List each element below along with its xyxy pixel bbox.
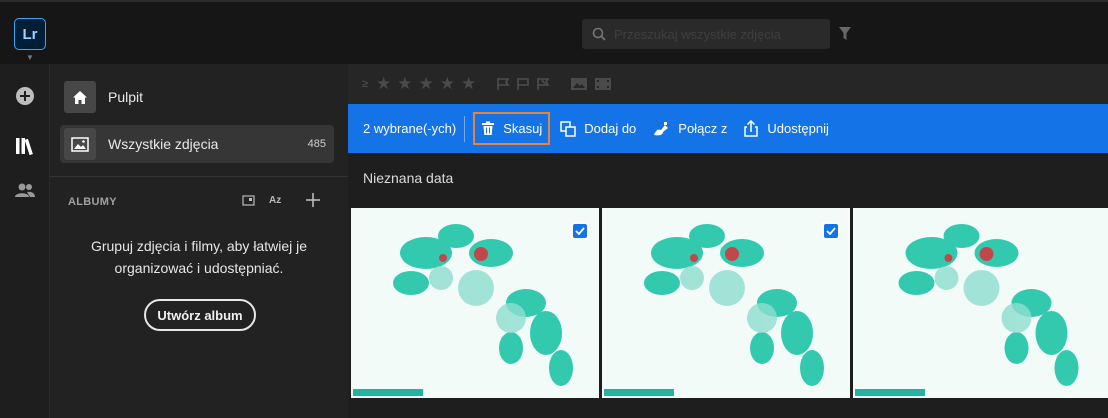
merge-icon bbox=[654, 121, 669, 135]
main-content: ≥ ★ ★ ★ ★ ★ 2 wybrane(-ych) Skasuj Dodaj… bbox=[348, 64, 1108, 418]
create-album-button[interactable]: Utwórz album bbox=[144, 299, 256, 331]
add-photos-icon[interactable] bbox=[0, 86, 50, 106]
albums-header: ALBUMY bbox=[68, 196, 117, 208]
share-button[interactable]: Udostępnij bbox=[737, 112, 834, 145]
delete-label: Skasuj bbox=[503, 121, 543, 136]
sidebar-item-label: Pulpit bbox=[108, 89, 144, 105]
video-type-icon[interactable] bbox=[594, 77, 612, 91]
home-icon bbox=[64, 81, 96, 113]
albums-toolbar: Az bbox=[242, 192, 321, 208]
chevron-down-icon[interactable]: ▼ bbox=[26, 53, 34, 62]
flag-unflagged-icon[interactable] bbox=[516, 77, 530, 91]
selection-count: 2 wybrane(-ych) bbox=[363, 121, 457, 136]
photo-watermark bbox=[604, 389, 674, 396]
sort-az-icon[interactable]: Az bbox=[269, 195, 281, 206]
photo-watermark bbox=[353, 389, 423, 396]
library-icon[interactable] bbox=[0, 128, 50, 164]
divider bbox=[50, 176, 348, 177]
star-icon[interactable]: ★ bbox=[440, 74, 455, 94]
star-icon[interactable]: ★ bbox=[419, 74, 434, 94]
photo-count: 485 bbox=[307, 138, 326, 150]
top-bar: Lr ▼ bbox=[0, 0, 1108, 64]
share-icon bbox=[744, 120, 759, 137]
delete-button[interactable]: Skasuj bbox=[473, 112, 551, 145]
checkmark-icon bbox=[575, 227, 585, 235]
selection-checkbox[interactable] bbox=[822, 222, 840, 240]
photo-thumbnail[interactable] bbox=[351, 208, 599, 398]
new-folder-icon[interactable] bbox=[242, 194, 255, 206]
photo-thumbnail[interactable] bbox=[602, 208, 850, 398]
flower-artwork bbox=[393, 224, 573, 386]
sidebar-item-label: Wszystkie zdjęcia bbox=[108, 136, 219, 152]
selection-action-bar: 2 wybrane(-ych) Skasuj Dodaj do Połącz z… bbox=[348, 104, 1108, 153]
photos-icon bbox=[64, 128, 96, 160]
lightroom-window: Lr ▼ Pulpit Wszystkie z bbox=[0, 0, 1108, 418]
trash-icon bbox=[482, 121, 495, 135]
merge-button[interactable]: Połącz z bbox=[646, 112, 733, 145]
people-icon[interactable] bbox=[0, 182, 50, 198]
divider bbox=[464, 115, 466, 142]
filter-bar: ≥ ★ ★ ★ ★ ★ bbox=[348, 64, 1108, 104]
search-box[interactable] bbox=[582, 19, 830, 49]
search-input[interactable] bbox=[614, 26, 814, 42]
flower-artwork bbox=[898, 224, 1079, 386]
empty-albums-message: Grupuj zdjęcia i filmy, aby łatwiej je o… bbox=[90, 238, 308, 276]
search-icon bbox=[592, 27, 606, 41]
star-icon[interactable]: ★ bbox=[461, 74, 476, 94]
date-group-header: Nieznana data bbox=[363, 170, 454, 186]
photo-type-icon[interactable] bbox=[570, 77, 588, 91]
sidebar-item-all-photos[interactable]: Wszystkie zdjęcia 485 bbox=[60, 125, 334, 163]
add-to-label: Dodaj do bbox=[584, 121, 637, 136]
add-to-button[interactable]: Dodaj do bbox=[554, 112, 642, 145]
add-to-album-icon bbox=[560, 120, 576, 137]
share-label: Udostępnij bbox=[767, 121, 829, 136]
add-album-icon[interactable] bbox=[305, 192, 321, 208]
checkmark-icon bbox=[826, 227, 836, 235]
flag-reject-icon[interactable] bbox=[536, 77, 550, 91]
flag-pick-icon[interactable] bbox=[496, 77, 510, 91]
merge-label: Połącz z bbox=[678, 121, 728, 136]
selection-checkbox[interactable] bbox=[571, 222, 589, 240]
photo-thumbnail[interactable] bbox=[853, 208, 1108, 398]
star-icon[interactable]: ★ bbox=[397, 74, 412, 94]
photo-watermark bbox=[855, 389, 925, 396]
left-rail bbox=[0, 64, 50, 418]
flower-artwork bbox=[644, 224, 824, 386]
app-logo[interactable]: Lr bbox=[14, 18, 46, 50]
star-icon[interactable]: ★ bbox=[376, 74, 391, 94]
sidebar: Pulpit Wszystkie zdjęcia 485 ALBUMY Az G… bbox=[50, 64, 348, 418]
rating-comparison[interactable]: ≥ bbox=[362, 78, 368, 90]
app-logo-text: Lr bbox=[22, 25, 38, 43]
sidebar-item-home[interactable]: Pulpit bbox=[60, 78, 384, 116]
filter-icon[interactable] bbox=[838, 26, 852, 42]
